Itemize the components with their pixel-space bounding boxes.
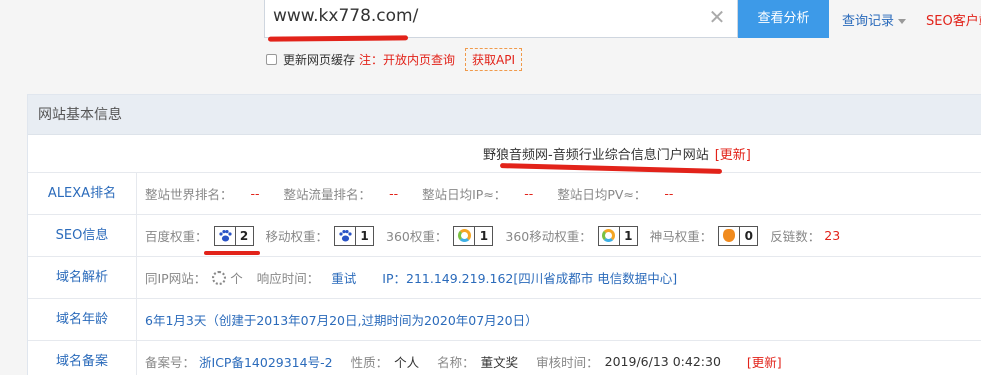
domain-age-values: 6年1月3天（创建于2013年07月20日,过期时间为2020年07月20日）	[137, 299, 981, 340]
mobile-360-value: 1	[618, 226, 637, 245]
domain-age-label[interactable]: 域名年龄	[28, 299, 137, 340]
traffic-rank-value: --	[389, 186, 399, 201]
update-cache-checkbox[interactable]	[266, 53, 277, 65]
url-underline-mark	[267, 35, 409, 42]
loading-spinner-icon	[212, 270, 227, 285]
mobile-weight-badge[interactable]: 1	[334, 225, 375, 246]
search-input[interactable]: www.kx778.com/	[273, 6, 418, 26]
response-time-key: 响应时间：	[256, 271, 320, 286]
mobile-weight-value: 1	[355, 226, 373, 245]
icp-number-key: 备案号：	[145, 355, 196, 370]
seo-label[interactable]: SEO信息	[28, 215, 137, 256]
seo-client-link[interactable]: SEO客户端	[926, 10, 981, 29]
dns-row: 域名解析 同IP网站： 个 响应时间： 重试 IP：211.149.219.16…	[28, 257, 981, 299]
dns-label[interactable]: 域名解析	[28, 257, 137, 298]
site-refresh-link[interactable]: [更新]	[715, 144, 751, 163]
daily-pv-key: 整站日均PV≈：	[557, 187, 647, 202]
baidu-paw-icon	[215, 227, 235, 245]
icp-name-value: 董文奖	[480, 355, 519, 370]
daily-ip-key: 整站日均IP≈：	[422, 187, 507, 202]
shenma-weight-badge[interactable]: 0	[718, 225, 759, 246]
ip-location-link[interactable]: IP：211.149.219.162[四川省成都市 电信数据中心]	[382, 268, 677, 287]
shenma-weight-key: 神马权重：	[649, 229, 713, 244]
panel-heading: 网站基本信息	[28, 95, 981, 135]
domain-age-text[interactable]: 6年1月3天（创建于2013年07月20日,过期时间为2020年07月20日）	[145, 310, 538, 329]
same-ip-unit: 个	[230, 271, 243, 286]
baidu-weight-badge[interactable]: 2	[213, 225, 254, 246]
analyze-button[interactable]: 查看分析	[738, 0, 829, 38]
world-rank-key: 整站世界排名：	[145, 187, 233, 202]
close-icon[interactable]: ✕	[707, 7, 727, 27]
mobile-weight-key: 移动权重：	[265, 229, 329, 244]
icp-values: 备案号： 浙ICP备14029314号-2 性质： 个人 名称： 董文奖 审核时…	[137, 341, 981, 375]
daily-pv-value: --	[664, 186, 674, 201]
icp-nature-value: 个人	[394, 355, 420, 370]
chevron-down-icon	[898, 19, 907, 24]
seo-values: 百度权重： 2 移动权重： 1 360权重： 1 360移动权重： 1 神马权重…	[137, 215, 981, 256]
so360-ring-icon	[599, 227, 619, 245]
alexa-label[interactable]: ALEXA排名	[28, 173, 137, 214]
icp-audit-value: 2019/6/13 0:42:30	[604, 354, 721, 369]
get-api-button[interactable]: 获取API	[465, 47, 523, 71]
site-info-panel: 网站基本信息 野狼音频网-音频行业综合信息门户网站 [更新] ALEXA排名 整…	[27, 94, 981, 375]
seo-row: SEO信息 百度权重： 2 移动权重： 1 360权重： 1 360移动权重： …	[28, 215, 981, 257]
shenma-weight-value: 0	[739, 226, 757, 245]
inner-page-note[interactable]: 注：开放内页查询	[359, 51, 455, 68]
same-ip-key: 同IP网站：	[145, 271, 207, 286]
domain-age-row: 域名年龄 6年1月3天（创建于2013年07月20日,过期时间为2020年07月…	[28, 299, 981, 341]
icp-number-value[interactable]: 浙ICP备14029314号-2	[199, 352, 333, 371]
mobile-360-key: 360移动权重：	[505, 229, 592, 244]
weight-360-key: 360权重：	[386, 229, 448, 244]
backlinks-value[interactable]: 23	[824, 228, 840, 243]
icp-name-key: 名称：	[437, 355, 475, 370]
baidu-paw-icon	[335, 227, 355, 245]
weight-360-value: 1	[474, 226, 492, 245]
world-rank-value: --	[250, 186, 260, 201]
backlinks-key: 反链数：	[770, 229, 821, 244]
baidu-weight-value: 2	[234, 226, 253, 245]
alexa-row: ALEXA排名 整站世界排名： -- 整站流量排名： -- 整站日均IP≈： -…	[28, 173, 981, 215]
daily-ip-value: --	[524, 186, 534, 201]
history-label: 查询记录	[842, 14, 895, 29]
baidu-weight-key: 百度权重：	[145, 229, 208, 244]
icp-label[interactable]: 域名备案	[28, 341, 137, 375]
history-dropdown[interactable]: 查询记录	[842, 10, 907, 29]
seo-lookup-page: www.kx778.com/ ✕ 查看分析 查询记录 SEO客户端 更新网页缓存…	[0, 0, 981, 375]
icp-audit-key: 审核时间：	[536, 355, 599, 370]
alexa-values: 整站世界排名： -- 整站流量排名： -- 整站日均IP≈： -- 整站日均PV…	[137, 173, 981, 214]
shenma-horse-icon	[719, 227, 739, 245]
search-box[interactable]: www.kx778.com/ ✕	[264, 0, 738, 38]
retry-link[interactable]: 重试	[331, 268, 356, 287]
so360-ring-icon	[454, 227, 474, 245]
weight-360-badge[interactable]: 1	[453, 225, 494, 246]
traffic-rank-key: 整站流量排名：	[283, 187, 372, 202]
baidu-underline-mark	[204, 251, 260, 255]
icp-refresh-link[interactable]: [更新]	[747, 352, 782, 371]
icp-nature-key: 性质：	[350, 355, 389, 370]
update-cache-label[interactable]: 更新网页缓存	[283, 51, 355, 68]
site-title: 野狼音频网-音频行业综合信息门户网站	[483, 148, 709, 163]
mobile-360-badge[interactable]: 1	[597, 225, 638, 246]
cache-options: 更新网页缓存 注：开放内页查询 获取API	[266, 47, 523, 71]
dns-values: 同IP网站： 个 响应时间： 重试 IP：211.149.219.162[四川省…	[137, 257, 981, 298]
icp-row: 域名备案 备案号： 浙ICP备14029314号-2 性质： 个人 名称： 董文…	[28, 341, 981, 375]
